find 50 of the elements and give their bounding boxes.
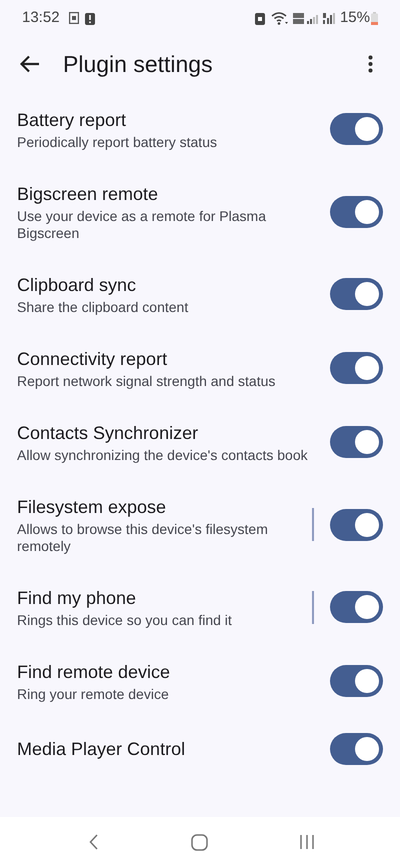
- plugin-title: Battery report: [17, 109, 128, 132]
- plugin-description: Ring your remote device: [17, 686, 170, 703]
- wifi-icon: [270, 12, 289, 24]
- back-chevron-icon: [88, 834, 98, 850]
- toggle-switch[interactable]: [330, 426, 383, 458]
- toggle-switch[interactable]: [330, 196, 383, 228]
- plugin-description: Share the clipboard content: [17, 299, 190, 316]
- plugin-row[interactable]: Clipboard sync Share the clipboard content: [0, 257, 400, 331]
- recent-apps-icon: [298, 834, 315, 850]
- back-arrow-icon: [20, 55, 40, 73]
- status-time: 13:52: [22, 8, 60, 28]
- plugin-row[interactable]: Battery report Periodically report battery status: [0, 92, 400, 166]
- plugin-row[interactable]: Bigscreen remote Use your device as a remote for Plasma Bigscreen: [0, 166, 400, 257]
- plugin-title: Bigscreen remote: [17, 183, 160, 206]
- plugin-title: Clipboard sync: [17, 274, 138, 297]
- plugin-row[interactable]: Filesystem expose Allows to browse this device's filesystem remotely: [0, 479, 400, 570]
- plugin-description: Use your device as a remote for Plasma Bigscreen: [17, 208, 267, 242]
- plugin-title: Media Player Control: [17, 738, 186, 761]
- toggle-switch[interactable]: [330, 733, 383, 765]
- signal-icon: [292, 12, 319, 24]
- signal-icon: [322, 12, 335, 24]
- plugin-title: Find my phone: [17, 587, 138, 610]
- plugin-description: Allows to browse this device's filesystem remotely: [17, 521, 269, 555]
- plugin-row[interactable]: Find remote device Ring your remote device: [0, 644, 400, 718]
- battery-icon: [371, 12, 378, 24]
- plugin-description: Allow synchronizing the device's contacts book: [17, 447, 309, 464]
- plugin-description: Report network signal strength and status: [17, 373, 276, 390]
- battery-level: 15%: [340, 8, 370, 28]
- plugin-row[interactable]: Find my phone Rings this device so you can find it: [0, 570, 400, 644]
- plugin-title: Connectivity report: [17, 348, 168, 371]
- plugin-title: Contacts Synchronizer: [17, 422, 200, 445]
- plugin-title: Filesystem expose: [17, 496, 168, 519]
- plugin-description: Rings this device so you can find it: [17, 612, 233, 629]
- plugin-row[interactable]: Contacts Synchronizer Allow synchronizing the device's contacts book: [0, 405, 400, 479]
- battery-saver-icon: [254, 12, 265, 24]
- plugin-row[interactable]: Connectivity report Report network signal strength and status: [0, 331, 400, 405]
- more-vertical-icon: [368, 55, 372, 73]
- notification-icon: [68, 12, 79, 24]
- page-title: Plugin settings: [63, 50, 213, 79]
- toggle-switch[interactable]: [330, 508, 383, 540]
- toggle-switch[interactable]: [330, 591, 383, 623]
- plugin-row[interactable]: Media Player Control: [0, 718, 400, 805]
- plugin-description: Periodically report battery status: [17, 134, 218, 151]
- home-icon: [191, 834, 208, 850]
- toggle-switch[interactable]: [330, 278, 383, 310]
- toggle-switch[interactable]: [330, 665, 383, 697]
- toggle-switch[interactable]: [330, 352, 383, 384]
- alert-icon: [84, 12, 95, 24]
- toggle-switch[interactable]: [330, 113, 383, 145]
- plugin-title: Find remote device: [17, 661, 172, 684]
